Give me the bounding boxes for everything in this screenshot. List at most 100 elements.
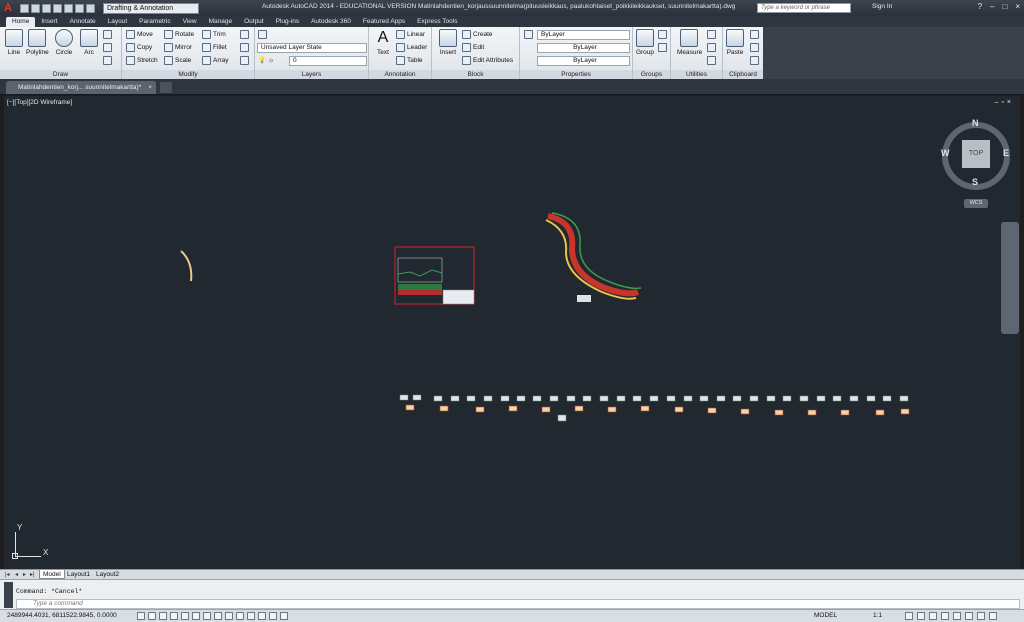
block-panel-title[interactable]: Block: [432, 70, 519, 79]
line-button[interactable]: Line: [3, 29, 25, 56]
select-all-button[interactable]: [707, 43, 716, 52]
circle-button[interactable]: Circle: [53, 29, 75, 56]
group-edit-button[interactable]: [658, 43, 667, 52]
otrack-icon[interactable]: [214, 612, 222, 620]
offset-button[interactable]: [240, 56, 249, 65]
tab-layout[interactable]: Layout: [102, 17, 134, 27]
annotation-visibility-icon[interactable]: [905, 612, 913, 620]
tab-model[interactable]: Model: [39, 570, 65, 579]
wcs-menu[interactable]: WCS: [964, 199, 988, 208]
measure-button[interactable]: Measure: [677, 29, 702, 56]
osnap-icon[interactable]: [192, 612, 200, 620]
point-style-button[interactable]: [707, 56, 716, 65]
tab-output[interactable]: Output: [238, 17, 270, 27]
minimize-icon[interactable]: –: [990, 2, 994, 11]
maximize-icon[interactable]: □: [1002, 2, 1007, 11]
viewport-controls-label[interactable]: [−][Top][2D Wireframe]: [7, 99, 72, 106]
tab-express-tools[interactable]: Express Tools: [411, 17, 463, 27]
drawing-viewport[interactable]: [−][Top][2D Wireframe] –▫×: [4, 96, 1020, 569]
mirror-button[interactable]: Mirror: [164, 43, 192, 52]
copy-clip-button[interactable]: [750, 43, 759, 52]
help-icon[interactable]: ?: [978, 2, 982, 11]
tab-home[interactable]: Home: [6, 17, 36, 27]
polyline-button[interactable]: Polyline: [26, 29, 49, 56]
scale-button[interactable]: Scale: [164, 56, 191, 65]
group-button[interactable]: Group: [634, 29, 656, 56]
search-input[interactable]: Type a keyword or phrase: [757, 3, 851, 13]
sign-in-link[interactable]: Sign In: [872, 3, 892, 10]
annotation-panel-title[interactable]: Annotation: [369, 70, 431, 79]
tab-annotate[interactable]: Annotate: [64, 17, 102, 27]
paste-button[interactable]: Paste: [724, 29, 746, 56]
rectangle-button[interactable]: [103, 30, 112, 39]
selection-cycling-icon[interactable]: [280, 612, 288, 620]
clipboard-panel-title[interactable]: Clipboard: [723, 70, 763, 79]
hatch-button[interactable]: [103, 43, 112, 52]
edit-attributes-button[interactable]: Edit Attributes: [462, 56, 513, 65]
rotate-button[interactable]: Rotate: [164, 30, 194, 39]
properties-panel-title[interactable]: Properties: [520, 70, 632, 79]
create-block-button[interactable]: Create: [462, 30, 493, 39]
tab-parametric[interactable]: Parametric: [133, 17, 176, 27]
clean-screen-icon[interactable]: [989, 612, 997, 620]
layer-select[interactable]: 0: [289, 56, 367, 66]
autocad-logo-icon[interactable]: A: [0, 0, 16, 16]
ortho-icon[interactable]: [170, 612, 178, 620]
quick-properties-icon[interactable]: [269, 612, 277, 620]
groups-panel-title[interactable]: Groups: [633, 70, 670, 79]
match-properties-button[interactable]: [524, 30, 533, 39]
compass-south[interactable]: S: [972, 177, 978, 187]
ducs-icon[interactable]: [225, 612, 233, 620]
color-select[interactable]: ByLayer: [537, 30, 630, 40]
trim-button[interactable]: Trim: [202, 30, 226, 39]
viewport-close-icon[interactable]: ×: [1007, 99, 1014, 106]
close-tab-icon[interactable]: ×: [148, 81, 152, 94]
undo-icon[interactable]: [75, 3, 84, 13]
draw-panel-title[interactable]: Draw: [0, 70, 121, 79]
tab-layout2[interactable]: Layout2: [93, 570, 122, 579]
new-tab-button[interactable]: [160, 82, 172, 93]
infer-constraints-icon[interactable]: [137, 612, 145, 620]
snap-icon[interactable]: [148, 612, 156, 620]
lineweight-icon[interactable]: [247, 612, 255, 620]
grid-icon[interactable]: [159, 612, 167, 620]
tab-insert[interactable]: Insert: [35, 17, 63, 27]
cut-button[interactable]: [750, 30, 759, 39]
tab-plugins[interactable]: Plug-ins: [270, 17, 305, 27]
save-as-icon[interactable]: [53, 3, 62, 13]
prev-layout-icon[interactable]: ◂: [15, 571, 18, 578]
new-icon[interactable]: [20, 3, 29, 13]
linear-dimension-button[interactable]: Linear: [396, 30, 425, 39]
model-space-toggle[interactable]: MODEL: [814, 612, 837, 619]
open-icon[interactable]: [31, 3, 40, 13]
command-input[interactable]: Type a command: [16, 599, 1020, 609]
dyn-icon[interactable]: [236, 612, 244, 620]
layer-properties-button[interactable]: [258, 30, 267, 39]
coordinates-readout[interactable]: 2489944.4031, 6811522.9845, 0.0000: [7, 612, 117, 619]
isolate-objects-icon[interactable]: [965, 612, 973, 620]
transparency-icon[interactable]: [258, 612, 266, 620]
plot-icon[interactable]: [64, 3, 73, 13]
layer-state-select[interactable]: Unsaved Layer State: [257, 43, 367, 53]
first-layout-icon[interactable]: |◂: [5, 571, 10, 578]
sun-icon[interactable]: ☼: [268, 57, 274, 64]
command-line-handle[interactable]: [4, 582, 13, 608]
tab-view[interactable]: View: [177, 17, 203, 27]
compass-north[interactable]: N: [972, 118, 979, 128]
lineweight-select[interactable]: ByLayer: [537, 56, 630, 66]
linetype-select[interactable]: ByLayer: [537, 43, 630, 53]
leader-button[interactable]: Leader: [396, 43, 427, 52]
move-button[interactable]: Move: [126, 30, 153, 39]
close-icon[interactable]: ×: [1015, 2, 1020, 11]
edit-block-button[interactable]: Edit: [462, 43, 484, 52]
ungroup-button[interactable]: [658, 30, 667, 39]
tab-featured-apps[interactable]: Featured Apps: [357, 17, 411, 27]
hardware-acceleration-icon[interactable]: [953, 612, 961, 620]
next-layout-icon[interactable]: ▸: [23, 571, 26, 578]
workspace-switch-icon[interactable]: [929, 612, 937, 620]
layers-panel-title[interactable]: Layers: [255, 70, 368, 79]
save-icon[interactable]: [42, 3, 51, 13]
text-button[interactable]: A Text: [372, 29, 394, 56]
viewcube-top-face[interactable]: TOP: [962, 140, 990, 168]
last-layout-icon[interactable]: ▸|: [30, 571, 35, 578]
